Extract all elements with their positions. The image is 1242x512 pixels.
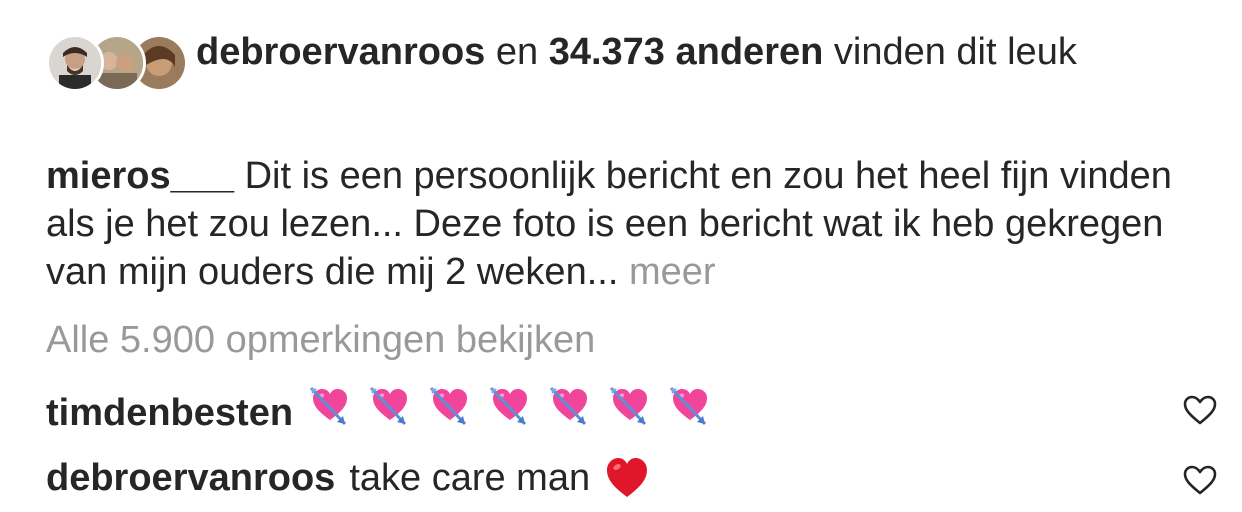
heart-with-arrow-icon bbox=[429, 386, 468, 426]
caption-more-link[interactable]: meer bbox=[629, 251, 716, 293]
view-all-comments-link[interactable]: Alle 5.900 opmerkingen bekijken bbox=[46, 316, 595, 364]
comment-username[interactable]: debroervanroos bbox=[46, 454, 335, 502]
heart-with-arrow-icon bbox=[309, 386, 348, 426]
post-caption: mieros___ Dit is een persoonlijk bericht… bbox=[46, 152, 1206, 296]
comment-emoji-row bbox=[307, 384, 727, 442]
liker-username[interactable]: debroervanroos bbox=[196, 31, 485, 73]
likes-count[interactable]: 34.373 anderen bbox=[549, 31, 824, 73]
comment-username[interactable]: timdenbesten bbox=[46, 389, 293, 437]
red-heart-icon bbox=[607, 458, 648, 497]
heart-with-arrow-icon bbox=[609, 386, 648, 426]
comment-item: timdenbesten bbox=[46, 384, 1146, 442]
comment-item: debroervanroos take care man bbox=[46, 454, 1146, 502]
heart-with-arrow-icon bbox=[489, 386, 528, 426]
caption-username[interactable]: mieros___ bbox=[46, 155, 234, 197]
comment-text: take care man bbox=[349, 457, 591, 499]
heart-with-arrow-icon bbox=[369, 386, 408, 426]
like-comment-icon[interactable] bbox=[1182, 464, 1218, 496]
like-comment-icon[interactable] bbox=[1182, 394, 1218, 426]
liker-avatars[interactable] bbox=[46, 34, 188, 92]
heart-with-arrow-icon bbox=[669, 386, 708, 426]
likes-summary[interactable]: debroervanroos en 34.373 anderen vinden … bbox=[196, 28, 1156, 76]
heart-with-arrow-icon bbox=[549, 386, 588, 426]
likes-connector: en bbox=[495, 31, 539, 73]
likes-suffix: vinden dit leuk bbox=[833, 31, 1077, 73]
avatar[interactable] bbox=[46, 34, 104, 92]
